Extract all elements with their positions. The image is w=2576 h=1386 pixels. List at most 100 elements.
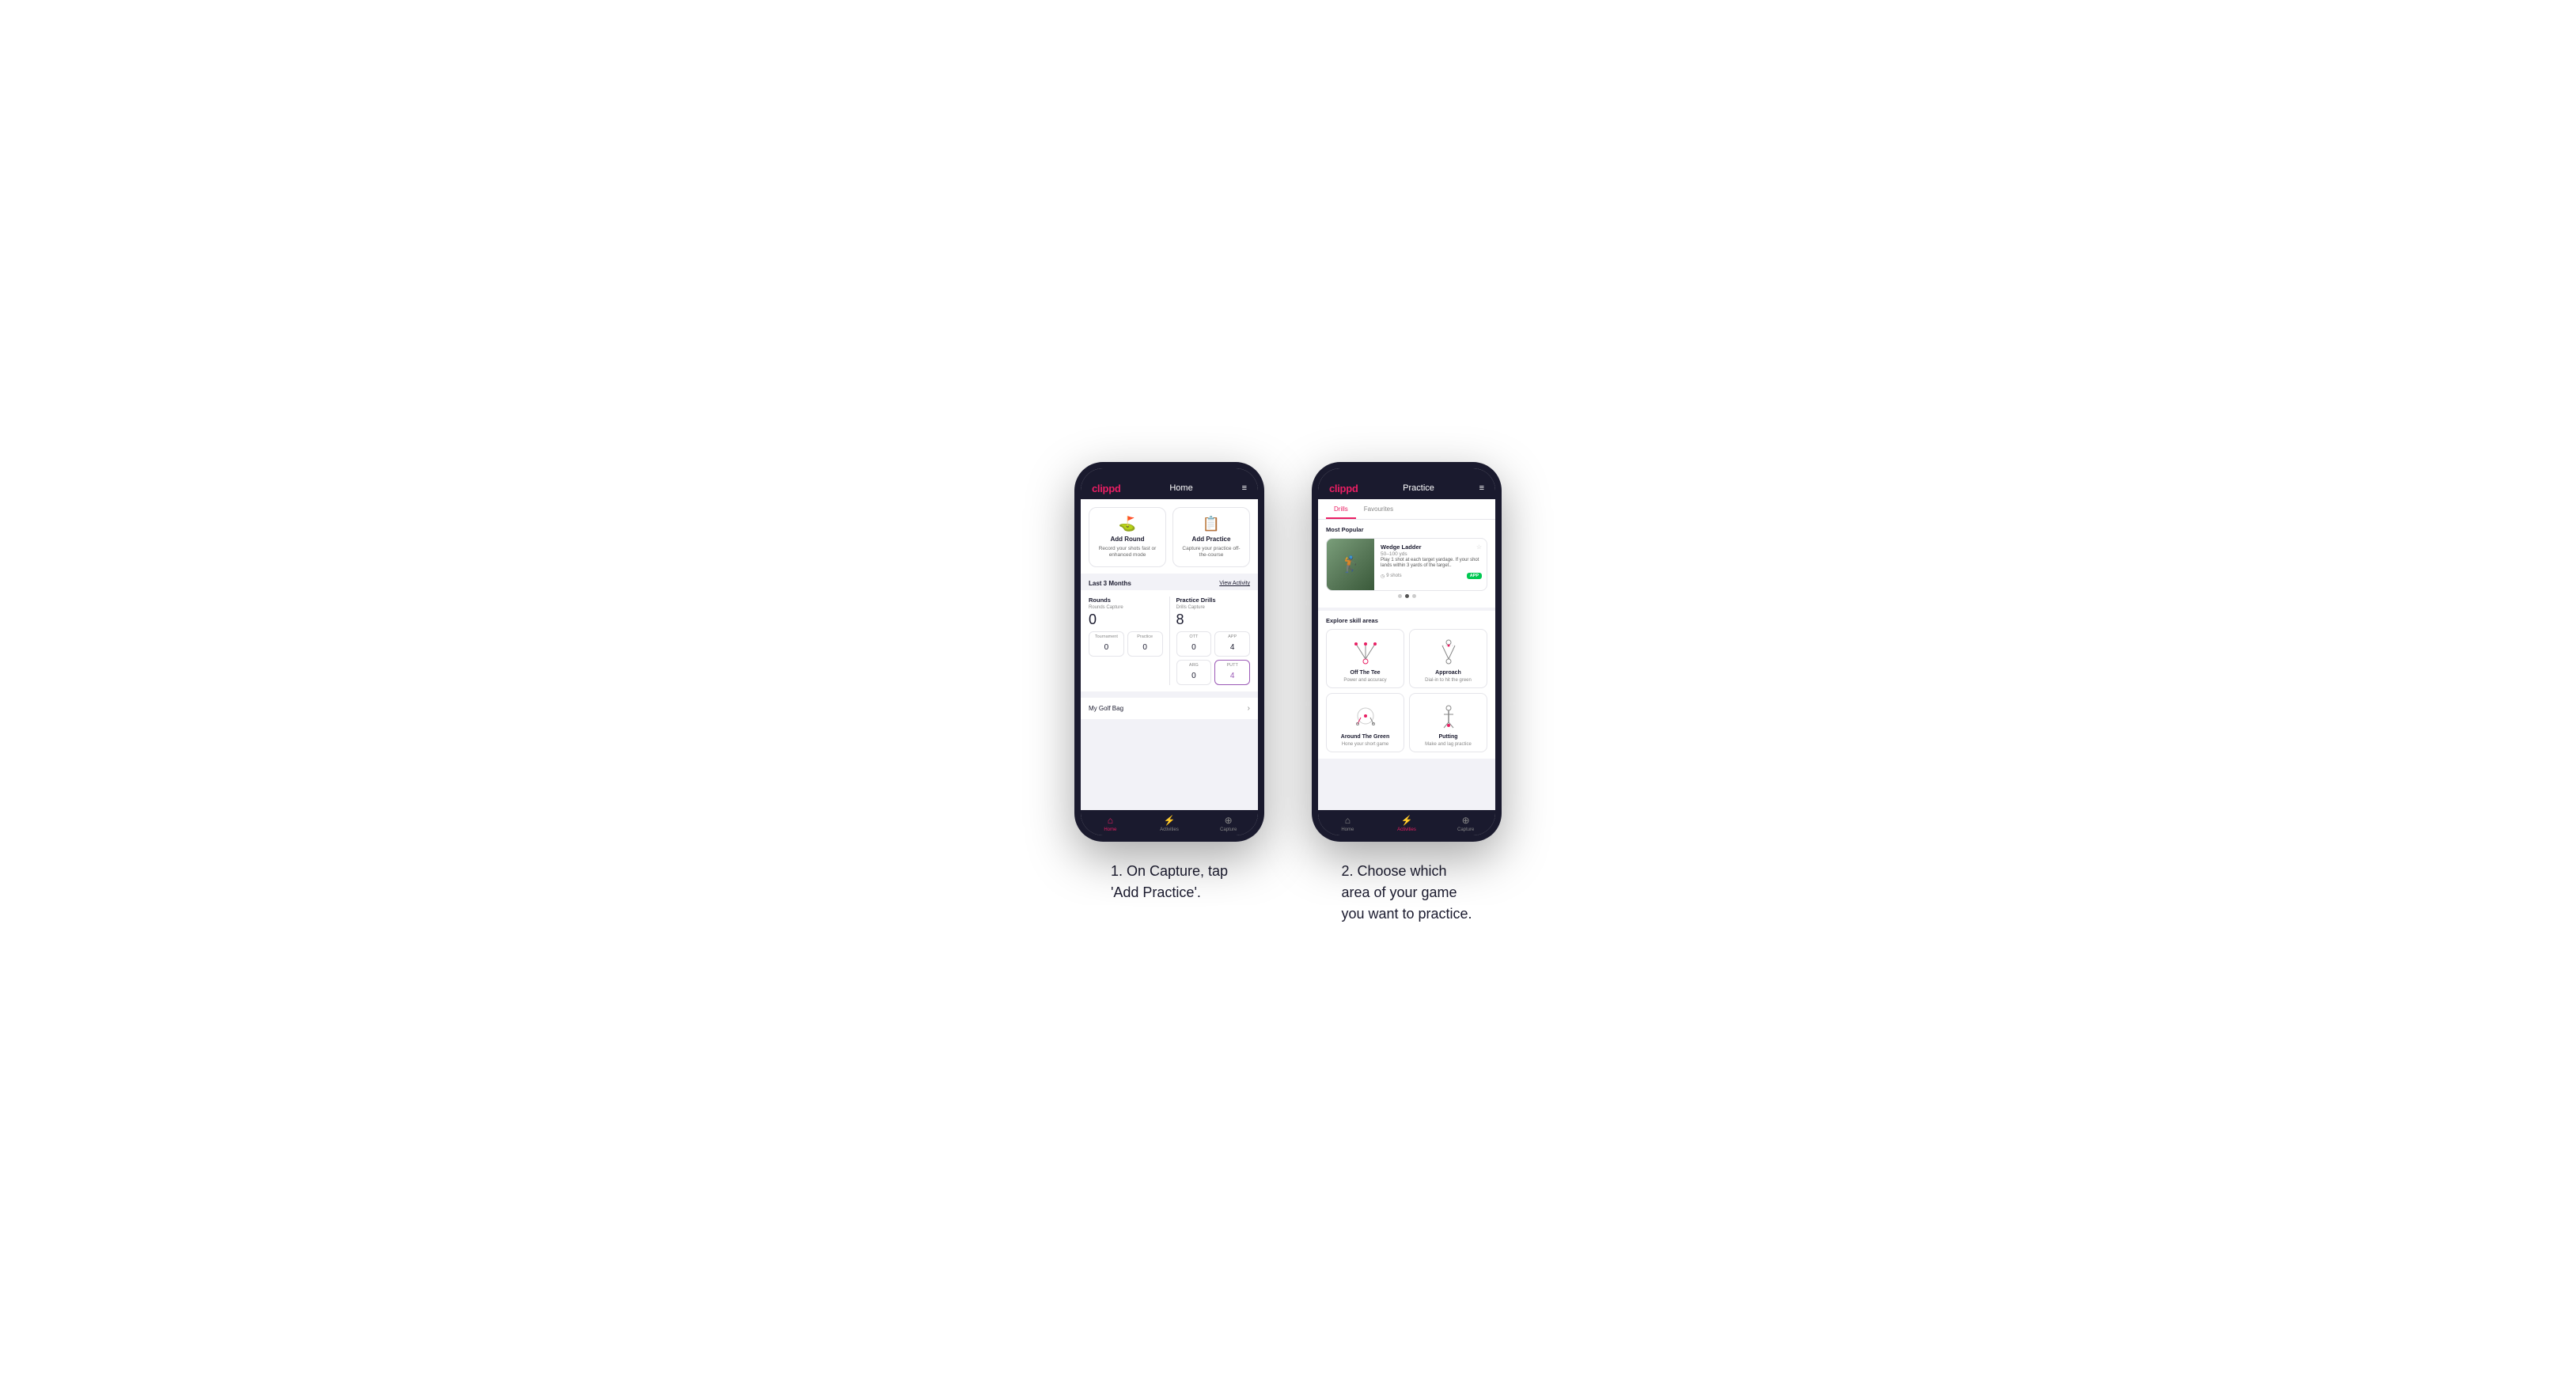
phone1-section: clippd Home ≡ ⛳ Add Round Record your sh… (1074, 462, 1264, 903)
add-practice-title: Add Practice (1192, 536, 1231, 543)
bottom-nav-2: ⌂ Home ⚡ Activities ⊕ Capture (1318, 810, 1495, 835)
practice-drills-title: Practice Drills (1176, 596, 1251, 604)
tabs-row: Drills Favourites (1318, 499, 1495, 520)
skill-areas-title: Explore skill areas (1326, 617, 1487, 624)
activities-nav-icon-1: ⚡ (1164, 815, 1176, 826)
add-round-icon: ⛳ (1119, 516, 1136, 532)
drill-thumbnail-figure: 🏌 (1341, 555, 1361, 574)
capture-nav-icon-1: ⊕ (1225, 815, 1233, 826)
divider (1169, 596, 1170, 685)
approach-diagram (1433, 636, 1464, 668)
skill-card-approach[interactable]: Approach Dial-in to hit the green (1409, 629, 1487, 688)
skill-desc-putting: Make and lag practice (1425, 742, 1472, 747)
home-nav-icon-2: ⌂ (1345, 815, 1351, 826)
add-practice-card[interactable]: 📋 Add Practice Capture your practice off… (1172, 507, 1250, 568)
drill-card[interactable]: 🏌 Wedge Ladder ☆ 50–100 yds Play 1 shot … (1326, 538, 1487, 591)
home-nav-icon-1: ⌂ (1108, 815, 1113, 826)
dots-row (1326, 591, 1487, 601)
phone2: clippd Practice ≡ Drills Favourites Most… (1312, 462, 1502, 842)
skill-name-approach: Approach (1435, 670, 1461, 676)
skill-name-putting: Putting (1438, 734, 1457, 740)
star-icon[interactable]: ☆ (1476, 543, 1482, 551)
home-nav-label-1: Home (1104, 827, 1116, 832)
putt-value: 4 (1230, 672, 1235, 680)
app-header-1: clippd Home ≡ (1081, 476, 1258, 499)
chevron-right-icon: › (1248, 704, 1250, 713)
activities-nav-label-2: Activities (1397, 827, 1416, 832)
drill-info: Wedge Ladder ☆ 50–100 yds Play 1 shot at… (1381, 539, 1487, 583)
app-header-2: clippd Practice ≡ (1318, 476, 1495, 499)
last3months-header: Last 3 Months View Activity (1081, 574, 1258, 590)
practice-box: Practice 0 (1127, 631, 1163, 657)
clippd-logo-2: clippd (1329, 483, 1358, 494)
app-box: APP 4 (1214, 631, 1250, 657)
status-bar-1 (1081, 468, 1258, 476)
drill-description: Play 1 shot at each target yardage. If y… (1381, 558, 1482, 570)
hamburger-icon-1[interactable]: ≡ (1242, 483, 1247, 493)
status-bar-2 (1318, 468, 1495, 476)
skill-desc-ott: Power and accuracy (1343, 678, 1386, 683)
app-badge: APP (1467, 573, 1482, 579)
nav-home-1[interactable]: ⌂ Home (1081, 815, 1140, 832)
capture-nav-label-1: Capture (1220, 827, 1237, 832)
nav-home-2[interactable]: ⌂ Home (1318, 815, 1377, 832)
practice-drills-column: Practice Drills Drills Capture 8 OTT 0 (1176, 596, 1251, 685)
caption-2: 2. Choose whicharea of your gameyou want… (1341, 861, 1472, 925)
skill-desc-atg: Hone your short game (1342, 742, 1388, 747)
home-title: Home (1169, 483, 1192, 493)
ott-diagram (1350, 636, 1381, 668)
app-content-1: ⛳ Add Round Record your shots fast or en… (1081, 499, 1258, 810)
skill-card-atg[interactable]: Around The Green Hone your short game (1326, 693, 1404, 752)
arg-label: ARG (1180, 663, 1208, 668)
home-nav-label-2: Home (1341, 827, 1354, 832)
phone1: clippd Home ≡ ⛳ Add Round Record your sh… (1074, 462, 1264, 842)
view-activity-link[interactable]: View Activity (1219, 581, 1250, 586)
app-value: 4 (1230, 643, 1235, 652)
add-round-card[interactable]: ⛳ Add Round Record your shots fast or en… (1089, 507, 1166, 568)
skill-desc-approach: Dial-in to hit the green (1425, 678, 1472, 683)
rounds-capture-label: Rounds Capture (1089, 605, 1163, 610)
drill-thumbnail: 🏌 (1327, 539, 1374, 590)
activities-nav-label-1: Activities (1160, 827, 1179, 832)
nav-capture-1[interactable]: ⊕ Capture (1199, 815, 1258, 832)
putt-box: PUTT 4 (1214, 660, 1250, 685)
practice-content: Most Popular 🏌 Wedge Ladder ☆ (1318, 520, 1495, 810)
capture-nav-icon-2: ⊕ (1462, 815, 1470, 826)
drills-grid: OTT 0 APP 4 ARG (1176, 631, 1251, 685)
add-practice-sub: Capture your practice off-the-course (1180, 546, 1243, 559)
putting-diagram (1433, 700, 1464, 732)
putt-label: PUTT (1218, 663, 1246, 668)
dot-2 (1405, 594, 1409, 598)
rounds-grid: Tournament 0 Practice 0 (1089, 631, 1163, 657)
skill-card-ott[interactable]: Off The Tee Power and accuracy (1326, 629, 1404, 688)
add-round-title: Add Round (1110, 536, 1144, 543)
golf-bag-label: My Golf Bag (1089, 705, 1123, 712)
rounds-column: Rounds Rounds Capture 0 Tournament 0 (1089, 596, 1163, 685)
rounds-title: Rounds (1089, 596, 1163, 604)
most-popular-title: Most Popular (1326, 526, 1487, 533)
tab-drills[interactable]: Drills (1326, 499, 1356, 519)
stats-row: Rounds Rounds Capture 0 Tournament 0 (1089, 596, 1250, 685)
tournament-value: 0 (1104, 643, 1109, 652)
arg-box: ARG 0 (1176, 660, 1212, 685)
phone2-section: clippd Practice ≡ Drills Favourites Most… (1312, 462, 1502, 925)
last3months-label: Last 3 Months (1089, 580, 1131, 587)
caption-1: 1. On Capture, tap'Add Practice'. (1111, 861, 1228, 903)
tab-favourites[interactable]: Favourites (1356, 499, 1401, 519)
nav-capture-2[interactable]: ⊕ Capture (1436, 815, 1495, 832)
capture-nav-label-2: Capture (1457, 827, 1474, 832)
hamburger-icon-2[interactable]: ≡ (1479, 483, 1484, 493)
skill-name-atg: Around The Green (1341, 734, 1389, 740)
add-practice-icon: 📋 (1203, 516, 1220, 532)
drill-shots: ◷ 9 shots (1381, 574, 1402, 579)
nav-activities-2[interactable]: ⚡ Activities (1377, 815, 1437, 832)
atg-diagram (1350, 700, 1381, 732)
most-popular-section: Most Popular 🏌 Wedge Ladder ☆ (1318, 520, 1495, 608)
nav-activities-1[interactable]: ⚡ Activities (1140, 815, 1199, 832)
skill-card-putting[interactable]: Putting Make and lag practice (1409, 693, 1487, 752)
drills-capture-value: 8 (1176, 612, 1251, 628)
practice-title-header: Practice (1403, 483, 1434, 493)
drill-yardage: 50–100 yds (1381, 551, 1482, 557)
drill-footer: ◷ 9 shots APP (1381, 573, 1482, 579)
golf-bag-row[interactable]: My Golf Bag › (1081, 698, 1258, 719)
